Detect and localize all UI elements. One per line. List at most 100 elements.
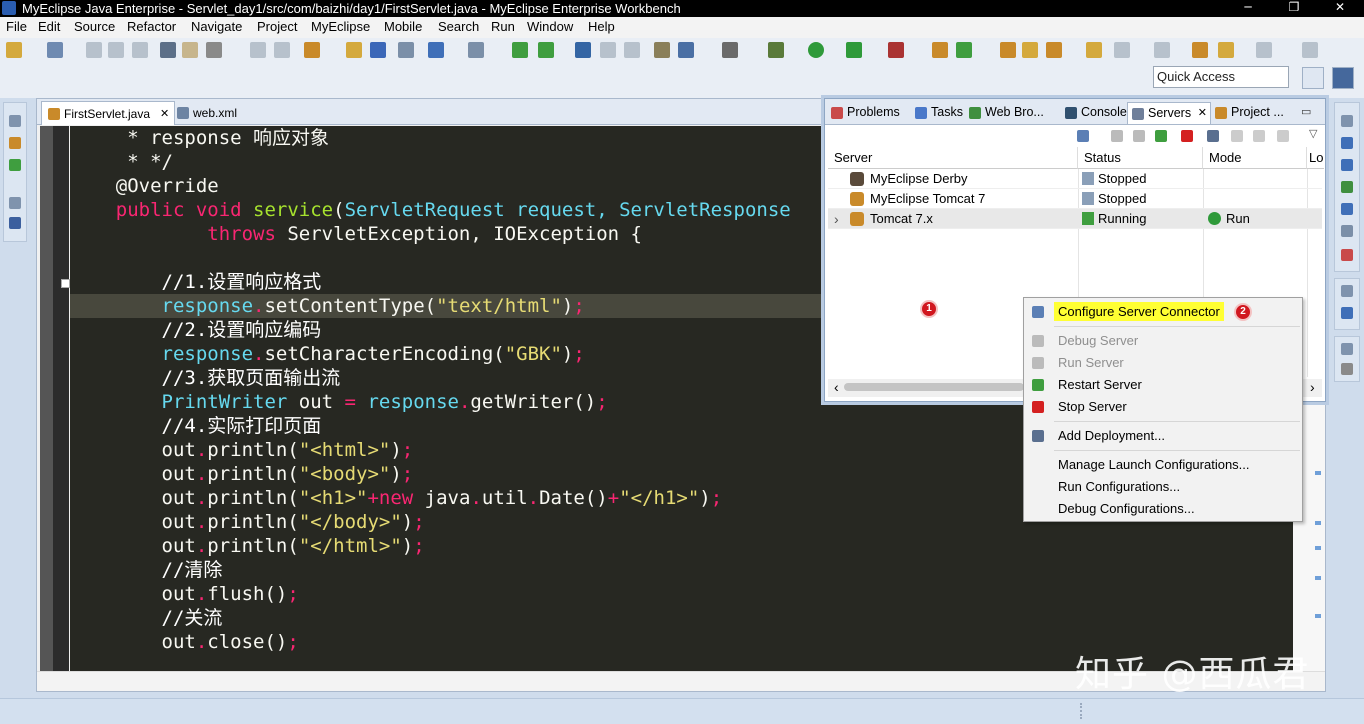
prev-annotation-icon[interactable] <box>1154 42 1170 58</box>
globe-icon[interactable] <box>575 42 591 58</box>
search-icon[interactable] <box>428 42 444 58</box>
view-tab-web-bro[interactable]: Web Bro... <box>965 102 1061 124</box>
menu-item-debug-server[interactable]: Debug Server <box>1024 330 1302 352</box>
quick-access-input[interactable]: Quick Access <box>1153 66 1289 88</box>
image-preview-icon[interactable] <box>9 217 21 229</box>
palette-icon[interactable] <box>1341 159 1353 171</box>
edit-tool-icon[interactable] <box>206 42 222 58</box>
menu-source[interactable]: Source <box>74 19 115 34</box>
outline-icon[interactable] <box>1341 137 1353 149</box>
view-tab-servers[interactable]: Servers ✕ <box>1127 102 1211 124</box>
terminal-icon[interactable] <box>160 42 176 58</box>
screenshot-icon[interactable] <box>722 42 738 58</box>
view-tab-console[interactable]: Console <box>1061 102 1127 124</box>
undo-icon[interactable] <box>250 42 266 58</box>
restore-button[interactable]: ❐ <box>1271 0 1317 17</box>
save-icon[interactable] <box>86 42 102 58</box>
open-type-icon[interactable] <box>47 42 63 58</box>
menu-item-run-server[interactable]: Run Server <box>1024 352 1302 374</box>
server-icon[interactable] <box>398 42 414 58</box>
stop-server-icon[interactable] <box>1181 130 1193 142</box>
scroll-thumb[interactable] <box>844 383 1024 391</box>
restart-server-icon[interactable] <box>1155 130 1167 142</box>
tab-web-xml[interactable]: web.xml <box>171 101 271 125</box>
run-server-icon[interactable] <box>1133 130 1145 142</box>
restore-icon[interactable] <box>9 115 21 127</box>
browse-deployment-icon[interactable] <box>1277 130 1289 142</box>
menu-item-stop-server[interactable]: Stop Server <box>1024 396 1302 418</box>
menu-search[interactable]: Search <box>438 19 479 34</box>
tab-first-servlet[interactable]: FirstServlet.java ✕ <box>41 101 175 125</box>
restore-icon-r3[interactable] <box>1341 343 1353 355</box>
servers-view-icon[interactable] <box>1341 225 1353 237</box>
minimize-view-icon[interactable]: ▭ <box>1301 105 1311 118</box>
properties-icon[interactable] <box>1341 203 1353 215</box>
menu-item-run-configurations[interactable]: Run Configurations... <box>1024 476 1302 498</box>
new-project-icon[interactable] <box>304 42 320 58</box>
menu-project[interactable]: Project <box>257 19 297 34</box>
close-view-icon[interactable]: ✕ <box>1198 106 1207 119</box>
print-icon[interactable] <box>132 42 148 58</box>
minimize-button[interactable]: ─ <box>1225 0 1271 17</box>
run-config-icon[interactable] <box>846 42 862 58</box>
back-icon[interactable] <box>1218 42 1234 58</box>
new-class-icon[interactable] <box>932 42 948 58</box>
restore-icon-r2[interactable] <box>1341 285 1353 297</box>
open-folder-icon[interactable] <box>1000 42 1016 58</box>
pin-icon[interactable] <box>1302 42 1318 58</box>
view-tab-tasks[interactable]: Tasks <box>911 102 965 124</box>
column-status[interactable]: Status <box>1078 147 1203 169</box>
server-row[interactable]: › Tomcat 7.x Running Run <box>828 209 1322 229</box>
list-icon[interactable] <box>1341 363 1353 375</box>
menu-refactor[interactable]: Refactor <box>127 19 176 34</box>
menu-item-add-deployment[interactable]: Add Deployment... <box>1024 425 1302 447</box>
last-edit-icon[interactable] <box>1192 42 1208 58</box>
wizard-icon[interactable] <box>538 42 554 58</box>
save-all-icon[interactable] <box>108 42 124 58</box>
remove-icon[interactable] <box>1231 130 1243 142</box>
scroll-right-icon[interactable]: › <box>1310 379 1315 395</box>
view-tab-problems[interactable]: Problems <box>827 102 911 124</box>
package-icon[interactable] <box>346 42 362 58</box>
view-menu-icon[interactable]: ▽ <box>1309 127 1317 140</box>
external-tools-icon[interactable] <box>888 42 904 58</box>
menu-window[interactable]: Window <box>527 19 573 34</box>
java-perspective-icon[interactable] <box>1332 67 1354 89</box>
menu-item-debug-configurations[interactable]: Debug Configurations... <box>1024 498 1302 520</box>
add-deployment-icon[interactable] <box>1207 130 1219 142</box>
menu-item-manage-launch-configurations[interactable]: Manage Launch Configurations... <box>1024 454 1302 476</box>
column-server[interactable]: Server <box>828 147 1078 169</box>
run-icon[interactable] <box>808 42 824 58</box>
debug-server-icon[interactable] <box>1111 130 1123 142</box>
toggle-mark-icon[interactable] <box>182 42 198 58</box>
folder-icon[interactable] <box>1022 42 1038 58</box>
menu-mobile[interactable]: Mobile <box>384 19 422 34</box>
next-annotation-icon[interactable] <box>1114 42 1130 58</box>
debug-icon[interactable] <box>768 42 784 58</box>
menu-item-restart-server[interactable]: Restart Server <box>1024 374 1302 396</box>
close-tab-icon[interactable]: ✕ <box>160 107 169 120</box>
annotation-icon[interactable] <box>1086 42 1102 58</box>
browse-icon[interactable] <box>468 42 484 58</box>
menu-item-configure-server-connector[interactable]: Configure Server Connector <box>1024 301 1302 323</box>
fold-toggle-icon[interactable] <box>61 279 70 288</box>
menu-edit[interactable]: Edit <box>38 19 60 34</box>
new-icon[interactable] <box>6 42 22 58</box>
deploy-icon[interactable] <box>370 42 386 58</box>
world-icon[interactable] <box>678 42 694 58</box>
web-icon[interactable] <box>512 42 528 58</box>
open-perspective-icon[interactable] <box>1302 67 1324 89</box>
forward-icon[interactable] <box>1256 42 1272 58</box>
download-icon[interactable] <box>624 42 640 58</box>
menu-help[interactable]: Help <box>588 19 615 34</box>
snippets-icon[interactable] <box>1341 181 1353 193</box>
image-view-icon[interactable] <box>1341 249 1353 261</box>
column-mode[interactable]: Mode <box>1203 147 1307 169</box>
redo-icon[interactable] <box>274 42 290 58</box>
menu-navigate[interactable]: Navigate <box>191 19 242 34</box>
menu-file[interactable]: File <box>6 19 27 34</box>
hierarchy-icon[interactable] <box>9 159 21 171</box>
restore-icon-r1[interactable] <box>1341 115 1353 127</box>
expand-toggle[interactable]: › <box>834 209 839 229</box>
view-tab-project[interactable]: Project ... <box>1211 102 1303 124</box>
